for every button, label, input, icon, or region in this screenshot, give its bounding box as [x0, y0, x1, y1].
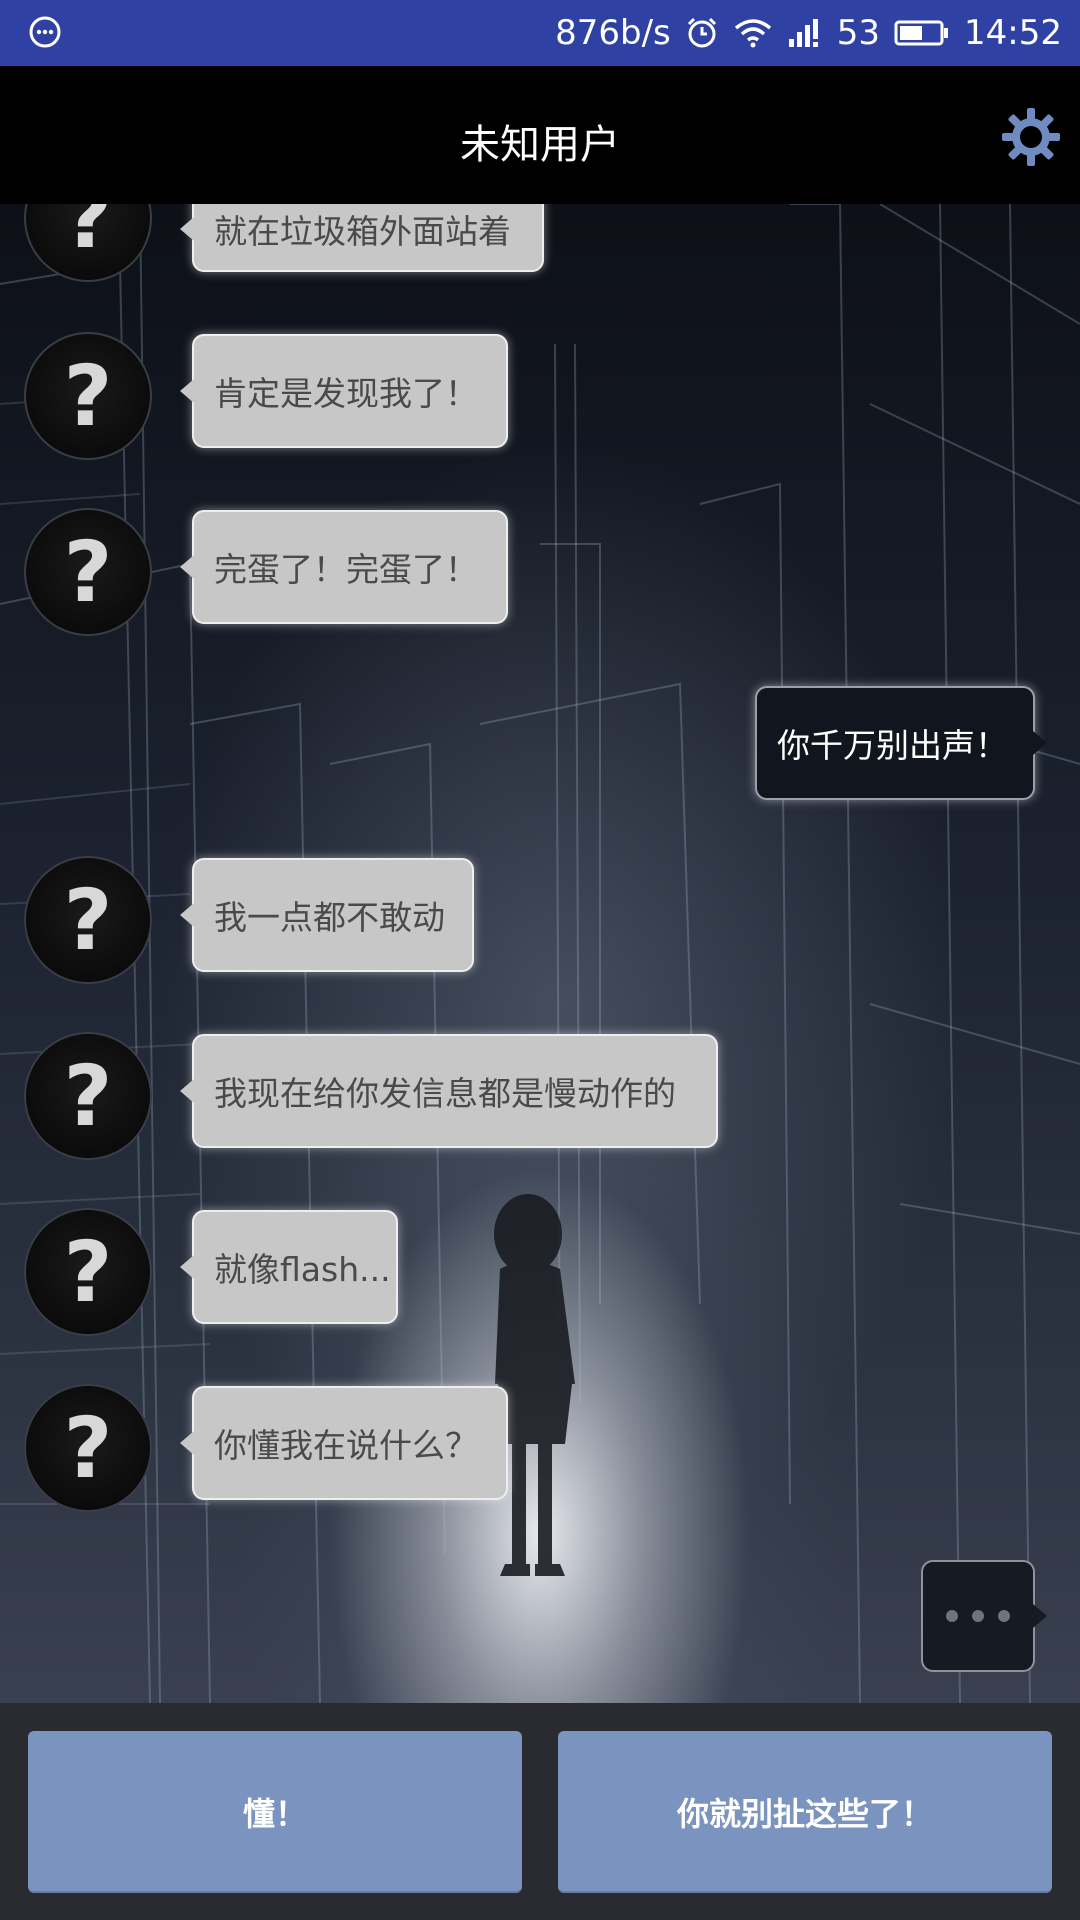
chat-bubble-icon: [28, 15, 62, 49]
three-dots-icon: [998, 1610, 1010, 1622]
message-bubble-left: 就在垃圾箱外面站着: [180, 204, 544, 272]
reply-option-button[interactable]: 你就别扯这些了！: [558, 1731, 1052, 1893]
message-bubble-left: 你懂我在说什么？: [180, 1386, 508, 1500]
three-dots-icon: [972, 1610, 984, 1622]
unknown-user-avatar: ?: [24, 332, 152, 460]
alarm-icon: [685, 16, 719, 50]
unknown-user-avatar: ?: [24, 1032, 152, 1160]
clock: 14:52: [964, 13, 1062, 53]
battery-icon: [894, 19, 950, 47]
status-bar: 876b/s 53 14:52: [0, 0, 1080, 66]
title-bar: 未知用户: [0, 66, 1080, 204]
page-title: 未知用户: [460, 122, 620, 168]
unknown-user-avatar: ?: [24, 856, 152, 984]
screen: 876b/s 53 14:52 未知用户 ? 就在垃圾箱外面站着 ? 肯定是发现…: [0, 0, 1080, 1920]
signal-text: 53: [836, 13, 881, 53]
message-bubble-left: 我一点都不敢动: [180, 858, 474, 972]
message-bubble-left: 完蛋了！完蛋了！: [180, 510, 508, 624]
message-bubble-right: 你千万别出声！: [755, 686, 1047, 800]
signal-icon: [787, 17, 823, 49]
message-bubble-left: 肯定是发现我了！: [180, 334, 508, 448]
typing-indicator: [921, 1560, 1047, 1672]
status-indicators: 876b/s 53 14:52: [555, 0, 1062, 66]
city-background-illustration: [0, 204, 1080, 1703]
message-bubble-left: 我现在给你发信息都是慢动作的: [180, 1034, 718, 1148]
network-speed: 876b/s: [555, 13, 671, 53]
wifi-icon: [733, 17, 773, 49]
gear-icon[interactable]: [1000, 106, 1062, 168]
message-bubble-left: 就像flash...: [180, 1210, 398, 1324]
unknown-user-avatar: ?: [24, 1384, 152, 1512]
reply-option-button[interactable]: 懂！: [28, 1731, 522, 1893]
three-dots-icon: [946, 1610, 958, 1622]
unknown-user-avatar: ?: [24, 1208, 152, 1336]
reply-options-bar: 懂！ 你就别扯这些了！: [0, 1703, 1080, 1920]
unknown-user-avatar: ?: [24, 508, 152, 636]
chat-area[interactable]: ? 就在垃圾箱外面站着 ? 肯定是发现我了！ ? 完蛋了！完蛋了！ 你千万别出声…: [0, 204, 1080, 1703]
